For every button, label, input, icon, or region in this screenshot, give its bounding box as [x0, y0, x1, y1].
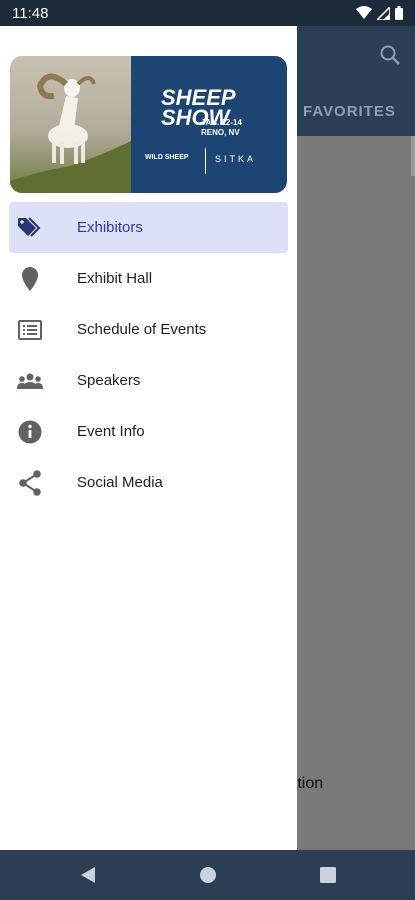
menu-item-label: Social Media	[77, 474, 163, 491]
battery-icon	[395, 6, 403, 20]
menu-item-label: Speakers	[77, 372, 141, 389]
status-icons	[356, 6, 403, 20]
menu-item-label: Exhibit Hall	[77, 270, 153, 287]
map-pin-icon	[17, 266, 43, 292]
menu-item-schedule-of-events[interactable]: Schedule of Events	[9, 304, 288, 355]
sheep-photo	[10, 56, 131, 193]
signal-icon	[377, 6, 390, 20]
navigation-drawer: SHEEP SHOW JAN. 12-14 RENO, NV WILD SHEE…	[0, 26, 297, 850]
tag-icon	[17, 215, 43, 241]
sitka-logo: SITKA	[215, 154, 257, 164]
status-time: 11:48	[12, 4, 49, 22]
menu-item-exhibit-hall[interactable]: Exhibit Hall	[9, 253, 288, 304]
brand-divider	[205, 148, 206, 174]
menu-item-label: Exhibitors	[77, 219, 143, 236]
wifi-icon	[356, 6, 372, 19]
home-icon[interactable]	[187, 854, 229, 896]
wild-sheep-logo: WILD SHEEP	[145, 154, 189, 161]
scrollbar[interactable]	[411, 136, 415, 176]
recents-icon[interactable]	[307, 854, 349, 896]
search-icon[interactable]	[379, 44, 401, 71]
share-icon	[17, 469, 43, 496]
list-icon	[17, 317, 43, 343]
menu-item-label: Schedule of Events	[77, 321, 207, 338]
system-nav-bar	[0, 850, 415, 900]
menu-item-label: Event Info	[77, 423, 145, 440]
people-icon	[17, 368, 43, 394]
menu-item-exhibitors[interactable]: Exhibitors	[9, 202, 288, 253]
status-bar: 11:48	[0, 0, 415, 26]
sheep-show-logo: SHEEP SHOW JAN. 12-14 RENO, NV WILD SHEE…	[131, 56, 287, 193]
menu-item-speakers[interactable]: Speakers	[9, 355, 288, 406]
drawer-menu: Exhibitors Exhibit Hall Schedule of Even…	[9, 202, 288, 508]
info-icon	[17, 419, 43, 445]
menu-item-social-media[interactable]: Social Media	[9, 457, 288, 508]
screen: 11:48 FAVORITES sociation	[0, 0, 415, 900]
back-icon[interactable]	[67, 854, 109, 896]
event-banner: SHEEP SHOW JAN. 12-14 RENO, NV WILD SHEE…	[10, 56, 287, 193]
tab-favorites[interactable]: FAVORITES	[303, 103, 396, 120]
brand-dates: JAN. 12-14 RENO, NV	[201, 118, 242, 137]
menu-item-event-info[interactable]: Event Info	[9, 406, 288, 457]
